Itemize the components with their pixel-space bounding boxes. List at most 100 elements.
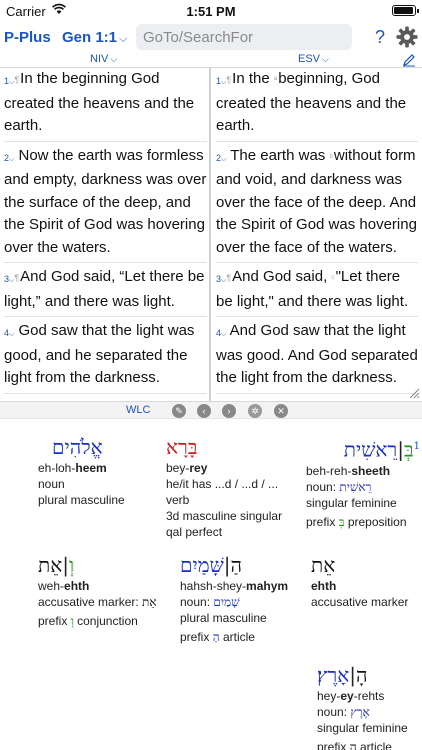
hebrew-word: 1בְּ|רֵאשִׁית (343, 437, 420, 462)
grammar: singular feminine (317, 721, 408, 735)
grammar: plural masculine (180, 611, 267, 625)
esv-column: 1⌵¶In the ªbeginning, God created the he… (216, 68, 418, 397)
verse-number[interactable]: 4⌵ (216, 328, 226, 338)
status-bar: Carrier 1:51 PM (0, 0, 422, 22)
hebrew-word: בָּרָא (166, 435, 198, 459)
prefix-line: prefix הַ article (180, 630, 255, 644)
interlinear-word[interactable]: אֵת ehth accusative marker (311, 552, 421, 610)
gear-icon[interactable] (396, 26, 418, 48)
right-version-selector[interactable]: ESV ⌵ (298, 53, 329, 65)
verse-niv-3[interactable]: 3⌵¶And God said, “Let there be light,” a… (4, 266, 207, 317)
left-version-label: NIV (90, 53, 109, 65)
column-divider[interactable] (209, 68, 211, 401)
settings-icon[interactable]: ✲ (248, 404, 262, 418)
part-of-speech: verb (166, 493, 190, 507)
paragraph-mark-icon: ¶ (14, 75, 20, 85)
transliteration: beh-reh-sheeth (306, 463, 391, 478)
transliteration: ehth (311, 579, 337, 593)
paragraph-mark-icon: ¶ (226, 273, 232, 283)
interlinear-word[interactable]: הַ|שָּׁמַיִם hahsh-shey-mahym noun: שָׁמ… (180, 552, 308, 645)
verse-number[interactable]: 2⌵ (4, 153, 14, 163)
hebrew-word: וְ|אֵת (38, 553, 75, 577)
prefix-line: prefix הָ article (317, 740, 392, 750)
hebrew-word: הַ|שָּׁמַיִם (180, 553, 243, 577)
verse-esv-2[interactable]: 2⌵ The earth was ᵇwithout form and void,… (216, 145, 418, 263)
clock: 1:51 PM (186, 4, 236, 19)
verse-text: The earth was (230, 146, 330, 164)
part-of-speech: noun (38, 477, 65, 491)
verse-niv-1[interactable]: 1⌵¶In the beginning God created the heav… (4, 68, 207, 142)
transliteration: hey-ey-rehts (317, 689, 385, 703)
verse-number: 1 (413, 441, 420, 452)
lemma-line: noun: רֵאשִׁית (306, 479, 372, 494)
verse-text: Now the earth was formless and empty, da… (4, 146, 207, 256)
gloss: he/it has ...d / ...d / ... (166, 477, 279, 491)
verse-text: And God saw that the light was good. And… (216, 322, 418, 386)
interlinear-toolbar: WLC ✎ ‹ › ✲ ✕ (0, 401, 422, 419)
grammar: singular feminine (306, 495, 397, 510)
hebrew-word: אֵת (311, 553, 336, 577)
pen-icon[interactable] (402, 53, 416, 67)
battery-icon (392, 5, 419, 16)
prefix-line: prefix וְ conjunction (38, 614, 138, 628)
verse-esv-4[interactable]: 4⌵ And God saw that the light was good. … (216, 320, 418, 394)
verse-niv-2[interactable]: 2⌵ Now the earth was formless and empty,… (4, 145, 207, 263)
hebrew-word: אֱלֹהִים (52, 435, 103, 459)
prefix-line: prefix בְּ preposition (306, 514, 407, 529)
interlinear-word[interactable]: אֱלֹהִים eh-loh-heem noun plural masculi… (38, 434, 162, 508)
edit-icon[interactable]: ✎ (172, 404, 186, 418)
paragraph-mark-icon: ¶ (226, 75, 232, 85)
interlinear-version-label[interactable]: WLC (126, 404, 150, 416)
verse-text: And God said, “Let there be light,” and … (4, 268, 205, 310)
previous-icon[interactable]: ‹ (197, 404, 211, 418)
app-name-button[interactable]: P-Plus (4, 29, 51, 46)
help-button[interactable]: ? (375, 27, 385, 48)
resize-handle-icon[interactable] (408, 387, 420, 399)
footnote-marker-icon[interactable]: ᶜ (331, 273, 334, 283)
interlinear-word[interactable]: וְ|אֵת weh-ehth accusative marker: אֵת p… (38, 552, 176, 629)
chevron-down-icon: ⌵ (110, 54, 118, 64)
search-input[interactable] (136, 24, 352, 50)
niv-column: 1⌵¶In the beginning God created the heav… (4, 68, 207, 397)
version-header: NIV ⌵ ESV ⌵ (0, 52, 422, 68)
reference-label: Gen 1:1 (62, 29, 118, 46)
pos-line: accusative marker: אֵת (38, 595, 157, 609)
transliteration: weh-ehth (38, 579, 90, 593)
hebrew-word: הָ|אָרֶץ׃ (317, 663, 368, 687)
interlinear-word[interactable]: בָּרָא bey-rey he/it has ...d / ...d / .… (166, 434, 300, 540)
verse-number[interactable]: 1⌵ (216, 76, 226, 86)
verse-number[interactable]: 1⌵ (4, 76, 14, 86)
grammar: plural masculine (38, 493, 125, 507)
chevron-down-icon: ⌵ (322, 54, 329, 64)
next-icon[interactable]: › (222, 404, 236, 418)
reference-selector[interactable]: Gen 1:1 ⌵ (62, 29, 127, 46)
lemma-line: noun: שָׁמַיִם (180, 595, 240, 609)
verse-text: In the beginning God created the heavens… (4, 70, 195, 134)
parallel-text-pane[interactable]: 1⌵¶In the beginning God created the heav… (0, 68, 422, 401)
verse-esv-3[interactable]: 3⌵¶And God said, ᶜ"Let there be light," … (216, 266, 418, 317)
transliteration: eh-loh-heem (38, 461, 107, 475)
right-version-label: ESV (298, 53, 321, 65)
verse-esv-1[interactable]: 1⌵¶In the ªbeginning, God created the he… (216, 68, 418, 142)
interlinear-words: 1בְּ|רֵאשִׁית beh-reh-sheeth noun: רֵאשִ… (0, 420, 422, 750)
part-of-speech: accusative marker (311, 595, 409, 609)
verse-number[interactable]: 4⌵ (4, 328, 14, 338)
grammar: 3d masculine singular (166, 509, 283, 523)
transliteration: bey-rey (166, 461, 208, 475)
lemma-line: noun: אֶרֶץ (317, 705, 370, 719)
interlinear-word[interactable]: הָ|אָרֶץ׃ hey-ey-rehts noun: אֶרֶץ singu… (317, 662, 421, 750)
close-icon[interactable]: ✕ (274, 404, 288, 418)
verse-number[interactable]: 3⌵ (4, 274, 14, 284)
footnote-marker-icon[interactable]: ᵇ (329, 152, 332, 162)
verse-niv-4[interactable]: 4⌵ God saw that the light was good, and … (4, 320, 207, 394)
verse-number[interactable]: 2⌵ (216, 153, 226, 163)
interlinear-word[interactable]: 1בְּ|רֵאשִׁית beh-reh-sheeth noun: רֵאשִ… (306, 434, 420, 530)
verse-text: And God said, (232, 268, 332, 285)
left-version-selector[interactable]: NIV ⌵ (90, 53, 117, 65)
verse-text: In the (232, 70, 274, 87)
verse-number[interactable]: 3⌵ (216, 274, 226, 284)
paragraph-mark-icon: ¶ (14, 273, 20, 283)
toolbar: P-Plus Gen 1:1⌵ ? (0, 22, 422, 52)
footnote-marker-icon[interactable]: ª (274, 75, 277, 85)
chevron-down-icon: ⌵ (119, 33, 128, 45)
